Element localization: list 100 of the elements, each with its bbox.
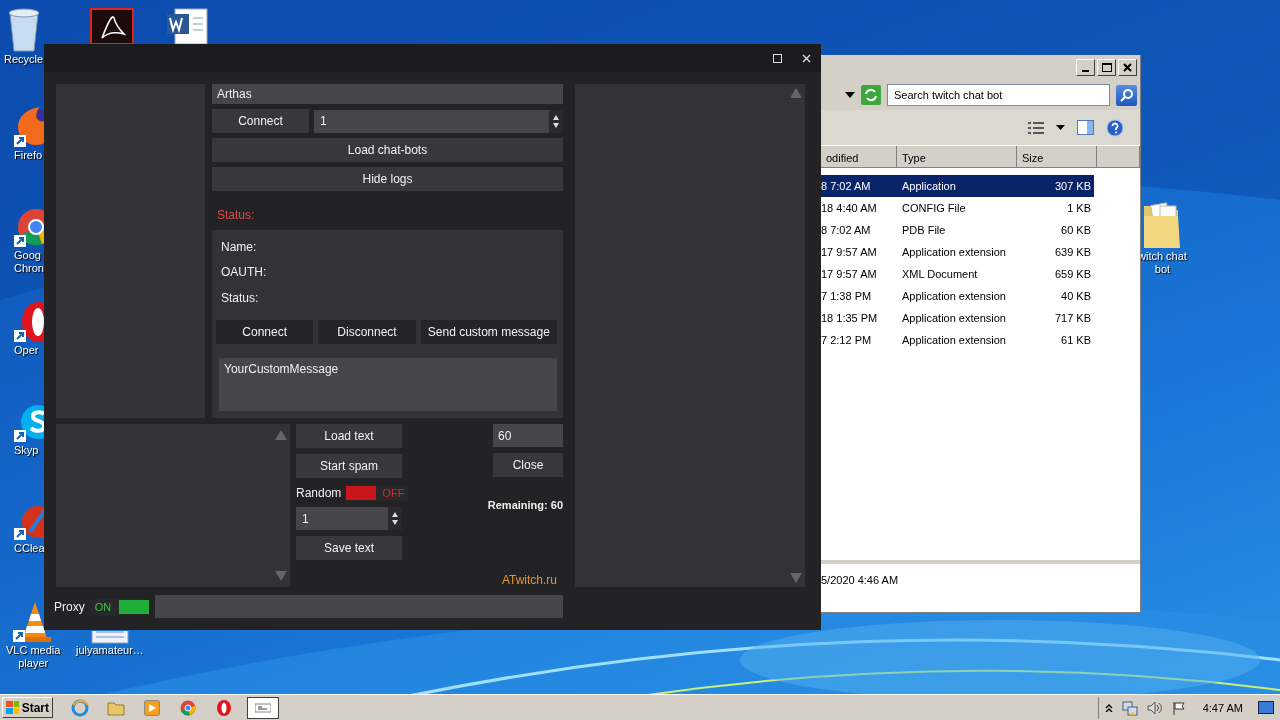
network-icon[interactable] bbox=[1121, 699, 1138, 716]
date-cell-text: 7 2:12 PM bbox=[821, 334, 873, 346]
icon-label: witch chat bbox=[1138, 250, 1187, 263]
close-icon[interactable] bbox=[1123, 63, 1132, 72]
size-cell-text: 659 KB bbox=[1053, 268, 1092, 280]
action-button[interactable]: Load chat-bots bbox=[212, 138, 563, 163]
dropdown-arrow-icon[interactable] bbox=[845, 92, 855, 98]
type-cell-text: Application extension bbox=[901, 246, 1007, 258]
show-desktop-icon[interactable] bbox=[1258, 700, 1274, 715]
start-spam-button[interactable]: Start spam bbox=[296, 454, 402, 478]
icon-label: Firefo bbox=[14, 149, 43, 162]
start-button[interactable]: Start bbox=[2, 697, 53, 718]
type-cell-text: Application extension bbox=[901, 312, 1007, 324]
field-label: Status: bbox=[220, 290, 260, 307]
icon-label: Chron bbox=[14, 262, 44, 275]
modified-date: 5/2020 4:46 AM bbox=[821, 574, 899, 586]
icon-label: julyamateur… bbox=[76, 644, 144, 657]
file-row[interactable]: 18 1:35 PM Application extension 717 KB bbox=[821, 307, 1094, 329]
ring-icon bbox=[216, 699, 232, 716]
file-row[interactable]: 18 4:40 AM CONFIG File 1 KB bbox=[821, 197, 1094, 219]
spin-arrows[interactable] bbox=[388, 507, 402, 530]
file-row[interactable]: 8 7:02 AM PDB File 60 KB bbox=[821, 219, 1094, 241]
size-cell-text: 639 KB bbox=[1053, 246, 1092, 258]
icon-label: Oper bbox=[14, 344, 39, 357]
icon-label: Goog bbox=[14, 249, 41, 262]
file-row[interactable]: 17 9:57 AM Application extension 639 KB bbox=[821, 241, 1094, 263]
count-field[interactable]: 1 bbox=[314, 109, 549, 133]
icon-label: VLC media bbox=[6, 644, 61, 657]
file-row[interactable]: 7 1:38 PM Application extension 40 KB bbox=[821, 285, 1094, 307]
size-cell-text: 307 KB bbox=[1053, 180, 1092, 192]
folder-icon bbox=[107, 699, 125, 716]
date-cell-text: 8 7:02 AM bbox=[821, 224, 872, 236]
document-icon[interactable] bbox=[165, 8, 211, 44]
type-cell-text: Application extension bbox=[901, 290, 1007, 302]
type-cell-text: Application extension bbox=[901, 334, 1007, 346]
close-button[interactable]: Close bbox=[493, 453, 563, 477]
search-field[interactable]: Search twitch chat bot bbox=[887, 84, 1110, 106]
refresh-icon[interactable] bbox=[861, 85, 881, 105]
size-cell-text: 40 KB bbox=[1060, 290, 1092, 302]
type-cell-text: XML Document bbox=[901, 268, 979, 280]
date-cell-text: 18 1:35 PM bbox=[821, 312, 879, 324]
timer-field[interactable]: 60 bbox=[493, 424, 563, 447]
search-button[interactable] bbox=[1116, 84, 1137, 106]
preview-pane-icon[interactable] bbox=[1077, 120, 1094, 135]
file-row[interactable]: 8 7:02 AM Application 307 KB bbox=[821, 175, 1094, 197]
date-cell-text: 8 7:02 AM bbox=[821, 180, 872, 192]
play-icon bbox=[144, 699, 160, 716]
toggle-switch[interactable]: ON bbox=[90, 598, 149, 615]
clock[interactable]: 4:47 AM bbox=[1202, 701, 1243, 714]
type-cell-text: CONFIG File bbox=[901, 202, 967, 214]
browser-icon bbox=[71, 698, 89, 717]
load-text-button[interactable]: Load text bbox=[296, 424, 402, 448]
date-cell-text: 17 9:57 AM bbox=[821, 246, 878, 258]
maximize-button[interactable] bbox=[1097, 59, 1116, 76]
channel-field[interactable]: Arthas bbox=[212, 84, 563, 105]
proxy-label: Proxy bbox=[54, 599, 85, 614]
bot-action-button[interactable]: Send custom message bbox=[420, 320, 557, 345]
minimize-button[interactable] bbox=[1076, 59, 1095, 76]
proxy-field[interactable] bbox=[154, 595, 563, 618]
file-row[interactable]: 17 9:57 AM XML Document 659 KB bbox=[821, 263, 1094, 285]
maximize-icon[interactable] bbox=[1101, 63, 1112, 72]
connect-button[interactable]: Connect bbox=[212, 109, 309, 134]
size-cell-text: 61 KB bbox=[1060, 334, 1092, 346]
save-text-button[interactable]: Save text bbox=[296, 536, 402, 560]
icon-label: player bbox=[18, 657, 49, 670]
field-label: OAUTH: bbox=[220, 265, 268, 282]
view-list-icon[interactable] bbox=[1028, 120, 1044, 135]
help-icon[interactable] bbox=[1106, 118, 1124, 137]
field-label: Name: bbox=[220, 240, 258, 256]
type-cell-text: Application bbox=[901, 180, 957, 192]
spin-arrows[interactable] bbox=[549, 109, 563, 133]
document-icon[interactable] bbox=[90, 8, 134, 44]
file-row[interactable]: 7 2:12 PM Application extension 61 KB bbox=[821, 329, 1094, 351]
message-field[interactable]: YourCustomMessage bbox=[219, 358, 557, 411]
icon-label: bot bbox=[1154, 263, 1171, 276]
chevron-up-icon[interactable] bbox=[1104, 703, 1113, 712]
size-cell-text: 60 KB bbox=[1060, 224, 1092, 236]
repeat-field[interactable]: 1 bbox=[296, 507, 388, 530]
action-button[interactable]: Hide logs bbox=[212, 167, 563, 192]
type-cell-text: PDB File bbox=[901, 224, 947, 236]
date-cell-text: 18 4:40 AM bbox=[821, 202, 878, 214]
bot-action-button[interactable]: Connect bbox=[216, 320, 314, 345]
close-button[interactable] bbox=[1118, 59, 1137, 76]
remaining-text: Remaining: 60 bbox=[487, 498, 563, 512]
size-cell-text: 717 KB bbox=[1053, 312, 1092, 324]
icon-label: Recycle bbox=[4, 53, 44, 66]
site-link[interactable]: ATwitch.ru bbox=[501, 573, 563, 587]
size-cell-text: 1 KB bbox=[1066, 202, 1092, 214]
bot-action-button[interactable]: Disconnect bbox=[318, 320, 416, 345]
speaker-icon[interactable] bbox=[1146, 700, 1163, 715]
date-cell-text: 7 1:38 PM bbox=[821, 290, 873, 302]
icon-label: CClea bbox=[14, 542, 45, 555]
icon-label: Skyp bbox=[14, 444, 39, 457]
dropdown-arrow-icon[interactable] bbox=[1056, 125, 1065, 130]
app-icon bbox=[255, 702, 271, 713]
status-label: Status: bbox=[216, 207, 256, 225]
flag-icon[interactable] bbox=[1171, 700, 1186, 715]
taskbar-app[interactable] bbox=[247, 696, 279, 719]
random-label: Random bbox=[296, 486, 342, 500]
date-cell-text: 17 9:57 AM bbox=[821, 268, 878, 280]
